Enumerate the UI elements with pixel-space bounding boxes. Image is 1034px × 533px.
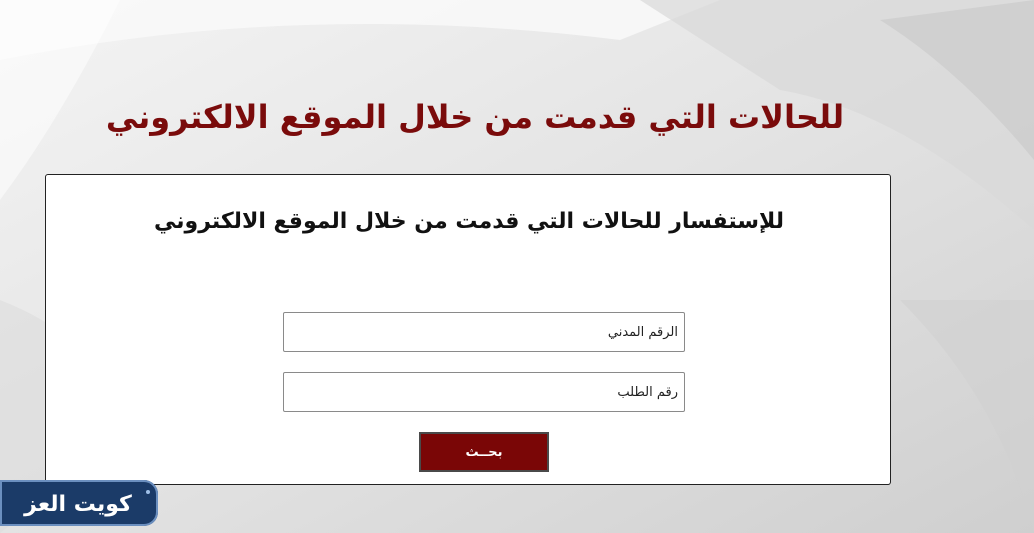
page-title: للحالات التي قدمت من خلال الموقع الالكتر… [105, 98, 845, 136]
svg-text:كويت العز: كويت العز [23, 492, 132, 517]
search-button[interactable]: بحــث [419, 432, 549, 472]
logo-graphic: كويت العز [23, 490, 150, 517]
civil-id-input[interactable] [283, 312, 685, 352]
site-logo: كويت العز [0, 480, 158, 526]
inquiry-form-card: للإستفسار للحالات التي قدمت من خلال المو… [45, 174, 891, 485]
form-heading: للإستفسار للحالات التي قدمت من خلال المو… [154, 209, 784, 234]
request-number-input[interactable] [283, 372, 685, 412]
